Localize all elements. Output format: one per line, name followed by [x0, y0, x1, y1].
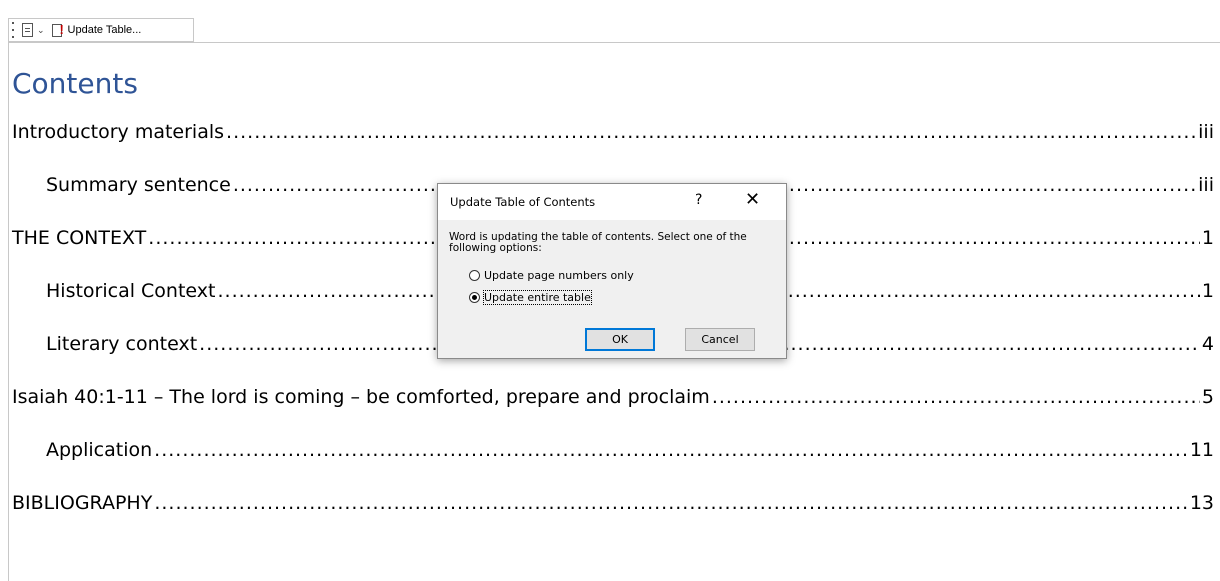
toc-entry-title[interactable]: Introductory materials [12, 112, 224, 152]
toc-leader [712, 377, 1200, 417]
toc-entry[interactable]: Introductory materials iii [12, 112, 1214, 165]
toc-entry-title[interactable]: Literary context [46, 324, 197, 364]
toc-entry-title[interactable]: Historical Context [46, 271, 215, 311]
toc-entry-title[interactable]: BIBLIOGRAPHY [12, 483, 152, 523]
radio-button-selected[interactable] [469, 292, 480, 303]
radio-button[interactable] [469, 270, 480, 281]
toc-page-number[interactable]: iii [1198, 112, 1214, 152]
toc-page-number[interactable]: 11 [1190, 430, 1214, 470]
toc-page-number[interactable]: 1 [1202, 218, 1214, 258]
toc-page-number[interactable]: iii [1198, 165, 1214, 205]
toc-page-number[interactable]: 5 [1202, 377, 1214, 417]
toc-entry-title[interactable]: Application [46, 430, 152, 470]
toc-entry-title[interactable]: THE CONTEXT [12, 218, 146, 258]
toc-leader [226, 112, 1196, 152]
toc-entry[interactable]: Application 11 [12, 430, 1214, 483]
cancel-button[interactable]: Cancel [685, 328, 755, 351]
ok-button[interactable]: OK [585, 328, 655, 351]
document-icon[interactable] [22, 23, 33, 37]
update-table-icon: ! [51, 23, 64, 37]
option-update-page-numbers[interactable]: Update page numbers only [469, 269, 634, 282]
toc-heading: Contents [12, 67, 138, 100]
toc-leader [154, 483, 1187, 523]
option-label[interactable]: Update entire table [483, 290, 592, 305]
toc-entry[interactable]: BIBLIOGRAPHY 13 [12, 483, 1214, 536]
option-update-entire-table[interactable]: Update entire table [469, 290, 592, 305]
content-control-toolbar: ⌄ ! Update Table... [8, 18, 194, 42]
dialog-message: Word is updating the table of contents. … [449, 231, 747, 254]
toc-leader [154, 430, 1188, 470]
option-label[interactable]: Update page numbers only [484, 269, 634, 282]
grip-icon[interactable] [12, 22, 18, 38]
toc-entry-title[interactable]: Isaiah 40:1-11 – The lord is coming – be… [12, 377, 710, 417]
toc-page-number[interactable]: 1 [1202, 271, 1214, 311]
update-toc-dialog: Update Table of Contents ? ✕ Word is upd… [437, 183, 787, 359]
dialog-title: Update Table of Contents [450, 195, 596, 209]
content-control-border [8, 42, 1220, 43]
toc-page-number[interactable]: 13 [1190, 483, 1214, 523]
content-control-edge [8, 42, 9, 581]
help-icon[interactable]: ? [695, 192, 702, 208]
update-table-button[interactable]: Update Table... [68, 24, 142, 36]
close-icon[interactable]: ✕ [745, 189, 760, 210]
toc-entry-title[interactable]: Summary sentence [46, 165, 231, 205]
toc-page-number[interactable]: 4 [1202, 324, 1214, 364]
chevron-down-icon[interactable]: ⌄ [37, 25, 45, 36]
toc-entry[interactable]: Isaiah 40:1-11 – The lord is coming – be… [12, 377, 1214, 430]
dialog-title-bar[interactable]: Update Table of Contents ? ✕ [438, 184, 786, 220]
